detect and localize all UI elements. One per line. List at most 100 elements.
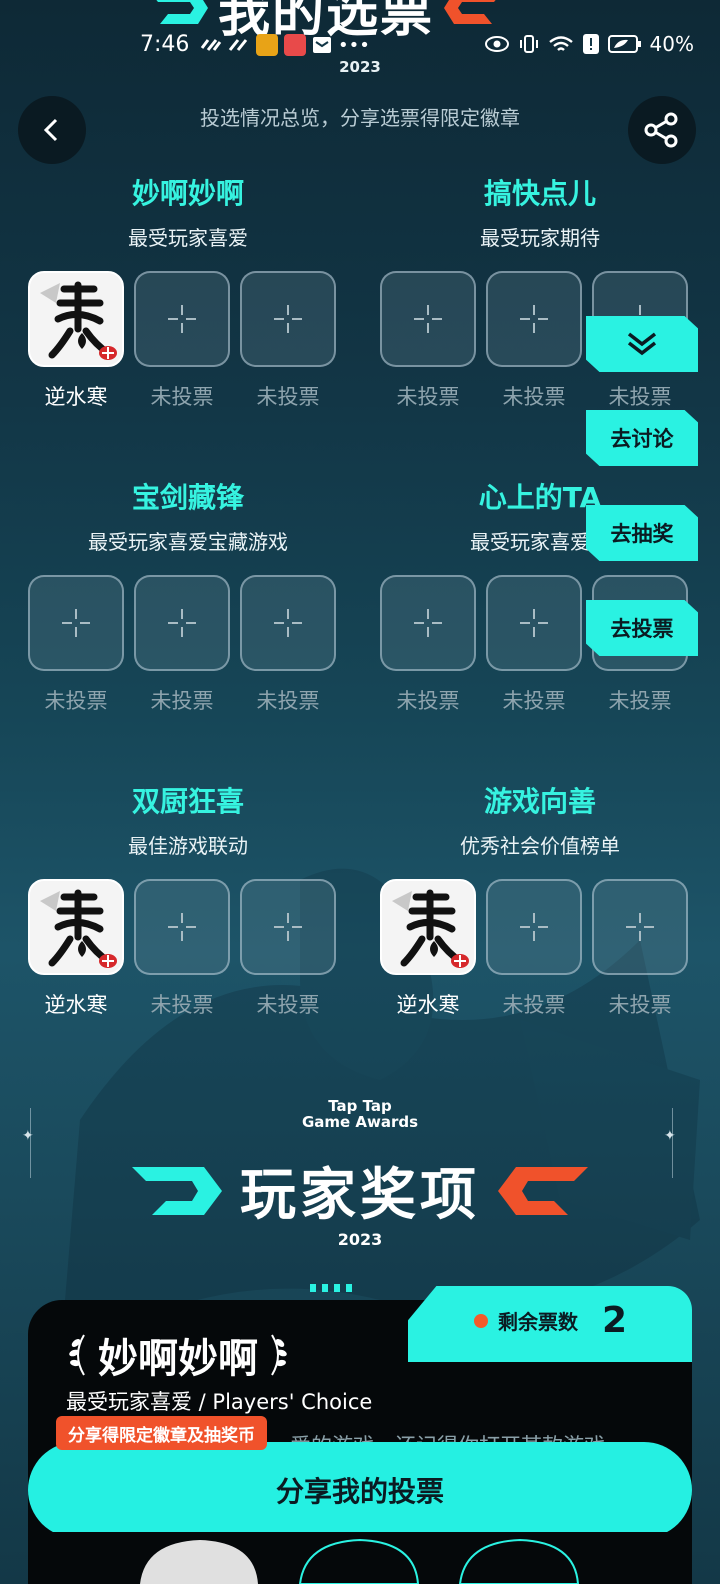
- votes-remaining-label: 剩余票数: [498, 1310, 578, 1334]
- slot-label: 未投票: [44, 689, 108, 713]
- plus-crosshair-icon: [520, 609, 548, 637]
- empty-vote-slot[interactable]: 未投票: [28, 575, 124, 715]
- vote-slots: 逆水寒 未投票 未投票: [380, 879, 700, 1019]
- slot-label: 逆水寒: [44, 385, 108, 409]
- plus-crosshair-icon: [168, 305, 196, 333]
- plus-crosshair-icon: [520, 305, 548, 333]
- vote-slots: 逆水寒 未投票 未投票: [28, 879, 348, 1019]
- diamond-deco-icon: ✦: [22, 1128, 34, 1144]
- category-block: 双厨狂喜 最佳游戏联动 逆水寒 未投票 未投票: [28, 780, 348, 1019]
- empty-vote-slot[interactable]: 未投票: [134, 879, 230, 1019]
- empty-vote-slot[interactable]: 未投票: [486, 879, 582, 1019]
- laurel-right-icon: [271, 1334, 287, 1376]
- vote-slots: 未投票 未投票 未投票: [28, 575, 348, 715]
- empty-vote-slot[interactable]: 未投票: [380, 575, 476, 715]
- status-time: 7:46: [140, 32, 190, 57]
- slot-label: 未投票: [150, 689, 214, 713]
- nishuihan-game-icon: [382, 881, 474, 973]
- empty-vote-slot[interactable]: 未投票: [240, 575, 336, 715]
- category-subtitle: 最受玩家期待: [480, 226, 600, 250]
- slot-box: [240, 879, 336, 975]
- orange-logo-mark-icon: [498, 1166, 588, 1215]
- status-dot-icon: [474, 1313, 488, 1328]
- votes-remaining-count: 2: [602, 1300, 628, 1341]
- status-right-icons: 40%: [484, 32, 694, 56]
- empty-vote-slot[interactable]: 未投票: [592, 879, 688, 1019]
- slot-label: 逆水寒: [396, 993, 460, 1017]
- slot-label: 未投票: [608, 385, 672, 409]
- game-thumbnail: [380, 879, 476, 975]
- laurel-left-icon: [69, 1334, 85, 1376]
- slot-box: [240, 575, 336, 671]
- awards-brand: Tap Tap Game Awards: [0, 1098, 720, 1130]
- voted-game-slot[interactable]: 逆水寒: [28, 879, 124, 1019]
- slot-box: [380, 575, 476, 671]
- slot-box: [134, 575, 230, 671]
- vibrate-icon: [519, 35, 538, 53]
- slot-label: 未投票: [502, 385, 566, 409]
- slot-box: [240, 271, 336, 367]
- empty-vote-slot[interactable]: 未投票: [380, 271, 476, 411]
- category-block: 游戏向善 优秀社会价值榜单 逆水寒 未投票 未投票: [380, 780, 700, 1019]
- share-button[interactable]: [628, 96, 696, 164]
- collapse-toggle-button[interactable]: [586, 316, 698, 372]
- message-icon: [313, 37, 331, 53]
- more-notifications-icon: •••: [338, 34, 370, 56]
- discuss-button[interactable]: 去讨论: [586, 410, 698, 466]
- empty-vote-slot[interactable]: 未投票: [134, 575, 230, 715]
- slot-box: [134, 271, 230, 367]
- orange-logo-mark-icon: [444, 0, 496, 24]
- battery-icon: [607, 35, 641, 53]
- share-my-votes-label: 分享我的投票: [275, 1475, 444, 1508]
- signal-flow-icon: [200, 39, 222, 51]
- notification-icons: •••: [200, 34, 370, 56]
- empty-vote-slot[interactable]: 未投票: [486, 575, 582, 715]
- votes-remaining: 剩余票数 2: [474, 1300, 627, 1341]
- voted-game-slot[interactable]: 逆水寒: [380, 879, 476, 1019]
- slot-label: 未投票: [396, 385, 460, 409]
- cyan-logo-mark-icon: [156, 0, 208, 24]
- awards-title-row: 玩家奖项: [0, 1150, 720, 1231]
- empty-vote-slot[interactable]: 未投票: [240, 271, 336, 411]
- category-subtitle: 最受玩家喜爱: [128, 226, 248, 250]
- game-thumbnail: [28, 879, 124, 975]
- battery-percent: 40%: [649, 32, 694, 56]
- slot-label: 未投票: [608, 993, 672, 1017]
- empty-vote-slot[interactable]: 未投票: [486, 271, 582, 411]
- awards-brand-line1: Tap Tap: [328, 1097, 392, 1115]
- status-bar: 7:46 ••• 40%: [0, 28, 720, 64]
- slot-box: [134, 879, 230, 975]
- app-notification-icon: [256, 34, 278, 56]
- category-subtitle: 优秀社会价值榜单: [460, 834, 620, 858]
- plus-crosshair-icon: [274, 913, 302, 941]
- plus-crosshair-icon: [626, 913, 654, 941]
- slot-label: 未投票: [150, 993, 214, 1017]
- double-chevron-down-icon: [627, 332, 657, 356]
- share-my-votes-button[interactable]: 分享我的投票: [28, 1442, 692, 1538]
- share-icon: [644, 112, 678, 148]
- slot-label: 未投票: [256, 689, 320, 713]
- app-notification-icon: [284, 34, 306, 56]
- alert-icon: [582, 34, 599, 54]
- category-block: 宝剑藏锋 最受玩家喜爱宝藏游戏 未投票 未投票 未投票: [28, 476, 348, 715]
- slot-box: [380, 271, 476, 367]
- plus-crosshair-icon: [414, 305, 442, 333]
- page-subtitle: 投选情况总览，分享选票得限定徽章: [200, 106, 520, 130]
- awards-title: 玩家奖项: [240, 1163, 480, 1228]
- voted-game-slot[interactable]: 逆水寒: [28, 271, 124, 411]
- nishuihan-game-icon: [30, 273, 122, 365]
- cut-off-thumbnails: [28, 1532, 692, 1584]
- empty-vote-slot[interactable]: 未投票: [240, 879, 336, 1019]
- vote-button[interactable]: 去投票: [586, 600, 698, 656]
- category-block: 搞快点儿 最受玩家期待 未投票 未投票 未投票: [380, 172, 700, 411]
- game-thumbnail: [28, 271, 124, 367]
- lottery-button[interactable]: 去抽奖: [586, 505, 698, 561]
- category-block: 妙啊妙啊 最受玩家喜爱 逆水寒 未投票 未投票: [28, 172, 348, 411]
- slot-label: 逆水寒: [44, 993, 108, 1017]
- category-subtitle: 最佳游戏联动: [128, 834, 248, 858]
- card-notch-deco: [310, 1284, 352, 1292]
- cyan-logo-mark-icon: [132, 1166, 222, 1215]
- slot-label: 未投票: [256, 385, 320, 409]
- empty-vote-slot[interactable]: 未投票: [134, 271, 230, 411]
- share-reward-badge: 分享得限定徽章及抽奖币: [56, 1416, 267, 1450]
